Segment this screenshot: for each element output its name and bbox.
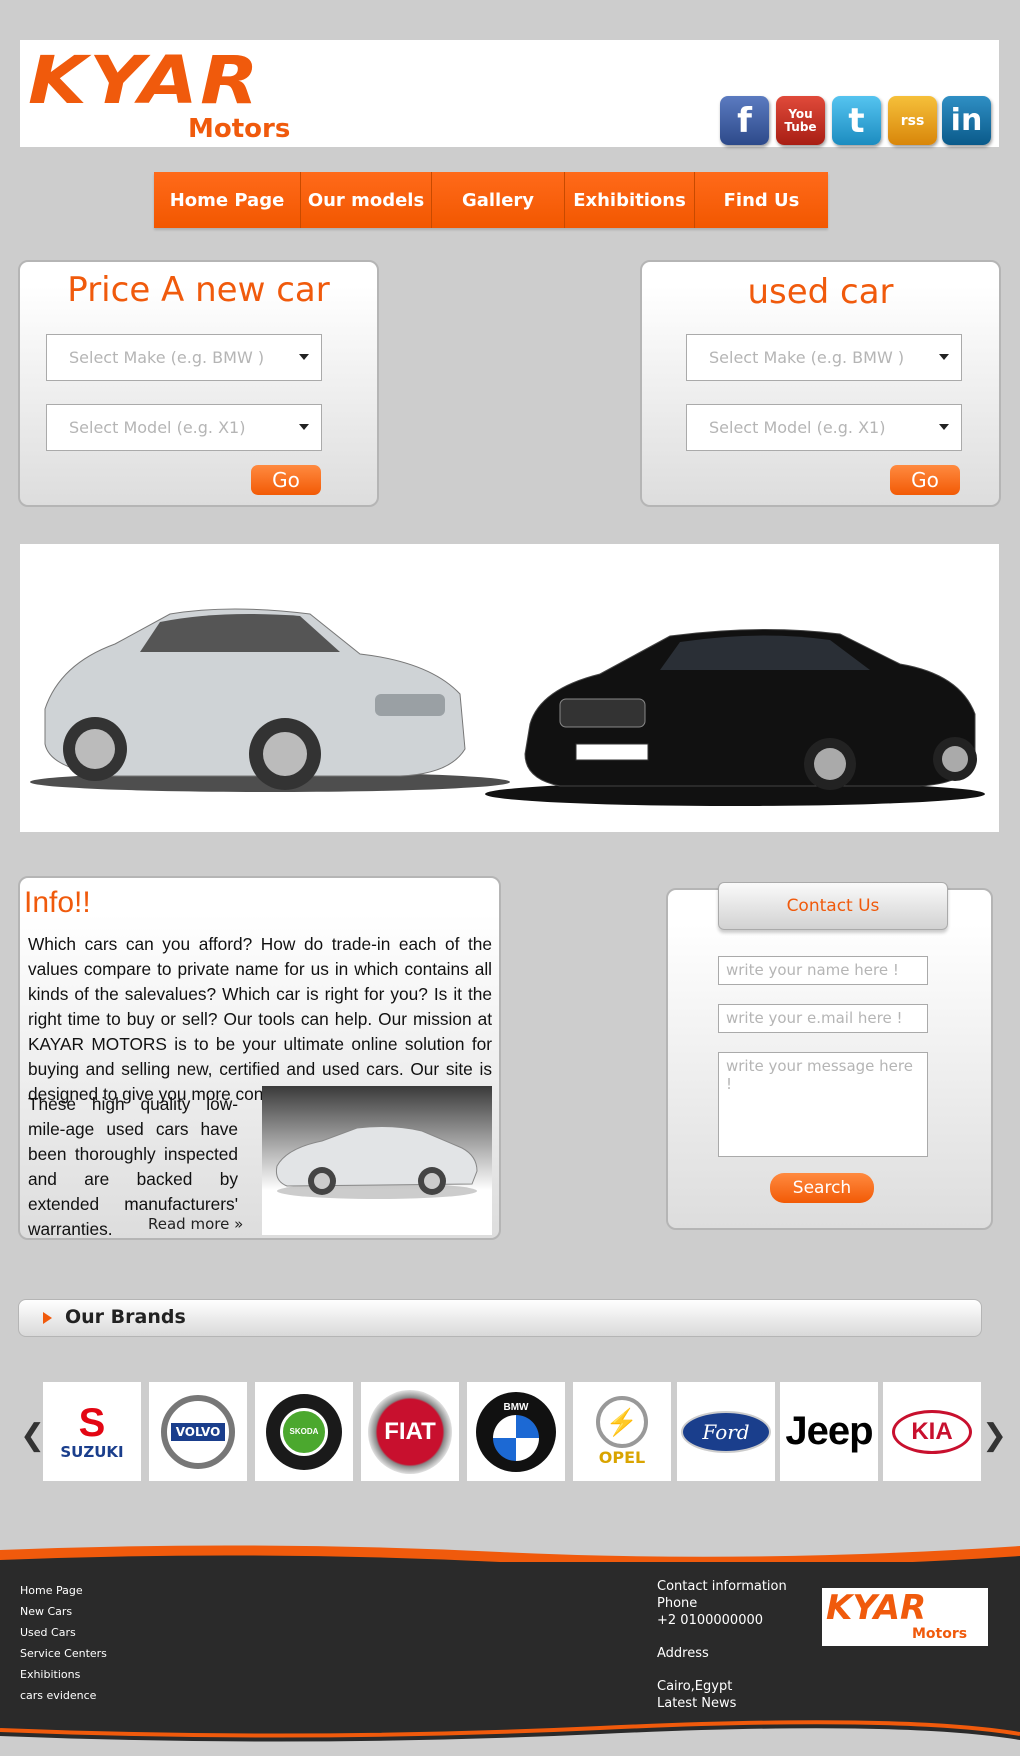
main-nav: Home Page Our models Gallery Exhibitions… [154, 172, 828, 228]
our-brands-bar: Our Brands [18, 1299, 982, 1337]
rss-icon[interactable]: rss [888, 96, 937, 145]
brand-name: KIA [892, 1409, 972, 1454]
message-field[interactable]: write your message here ! [718, 1052, 928, 1157]
brand-name: Ford [681, 1410, 771, 1453]
brand-fiat[interactable]: FIAT [361, 1382, 459, 1481]
chevron-down-icon [299, 424, 309, 430]
new-car-title: Price A new car [67, 270, 330, 310]
footer-link-used-cars[interactable]: Used Cars [20, 1622, 107, 1643]
logo[interactable]: KYAR Motors [20, 40, 320, 147]
nav-find-us[interactable]: Find Us [695, 172, 828, 228]
brand-volvo[interactable]: VOLVO [149, 1382, 247, 1481]
twitter-icon[interactable]: t [832, 96, 881, 145]
info-title: Info!! [24, 886, 91, 919]
info-panel: Info!! Which cars can you afford? How do… [18, 876, 501, 1240]
new-car-make-placeholder: Select Make (e.g. BMW ) [69, 348, 265, 367]
used-car-model-placeholder: Select Model (e.g. X1) [709, 418, 886, 437]
brand-bmw[interactable]: BMW [467, 1382, 565, 1481]
nav-our-models[interactable]: Our models [301, 172, 432, 228]
carousel-prev-arrow[interactable]: ❮ [20, 1418, 45, 1453]
contact-submit-button[interactable]: Search [770, 1173, 874, 1203]
footer-logo-sub: Motors [912, 1626, 968, 1642]
used-car-go-button[interactable]: Go [890, 465, 960, 495]
new-car-panel: Price A new car Select Make (e.g. BMW ) … [18, 260, 379, 507]
linkedin-icon[interactable]: in [942, 96, 991, 145]
brand-suzuki[interactable]: S SUZUKI [43, 1382, 141, 1481]
latest-news-link[interactable]: Latest News [657, 1695, 787, 1712]
footer-contact: Contact information Phone +2 0100000000 … [657, 1578, 787, 1712]
footer-bottom-wave [0, 1720, 1020, 1756]
carousel-next-arrow[interactable]: ❯ [982, 1418, 1007, 1453]
hero-banner [20, 544, 999, 832]
brand-jeep[interactable]: Jeep [780, 1382, 878, 1481]
new-car-model-select[interactable]: Select Model (e.g. X1) [46, 404, 322, 451]
nav-exhibitions[interactable]: Exhibitions [565, 172, 695, 228]
our-brands-title: Our Brands [65, 1306, 186, 1328]
address-label: Address [657, 1646, 709, 1661]
phone-label: Phone [657, 1596, 698, 1611]
contact-panel: Contact Us write your name here ! write … [666, 882, 993, 1230]
footer-logo-main: KYAR [826, 1588, 927, 1628]
contact-title: Contact Us [718, 882, 948, 930]
bmw-roundel-icon [493, 1415, 539, 1461]
logo-sub-text: Motors [188, 114, 291, 144]
footer-link-cars-evidence[interactable]: cars evidence [20, 1685, 107, 1706]
header: KYAR Motors f You Tube t rss in [20, 40, 999, 147]
new-car-model-placeholder: Select Model (e.g. X1) [69, 418, 246, 437]
brand-kia[interactable]: KIA [883, 1382, 981, 1481]
used-car-title: used car [747, 272, 894, 312]
footer-link-new-cars[interactable]: New Cars [20, 1601, 107, 1622]
read-more-link[interactable]: Read more » [148, 1215, 243, 1233]
chevron-down-icon [299, 354, 309, 360]
chevron-down-icon [939, 424, 949, 430]
suzuki-logo-icon: S [78, 1400, 106, 1445]
convertible-car-image [262, 1086, 492, 1235]
brand-ford[interactable]: Ford [677, 1382, 775, 1481]
nav-gallery[interactable]: Gallery [432, 172, 565, 228]
facebook-icon[interactable]: f [720, 96, 769, 145]
phone-value: +2 0100000000 [657, 1613, 764, 1628]
address-value: Cairo,Egypt [657, 1679, 733, 1694]
brand-name: SKODA [280, 1407, 328, 1456]
brand-name: VOLVO [170, 1422, 226, 1441]
brand-name: FIAT [368, 1389, 452, 1474]
footer-link-exhibitions[interactable]: Exhibitions [20, 1664, 107, 1685]
cars-banner-image [30, 608, 985, 806]
brand-name: OPEL [598, 1448, 646, 1467]
used-car-make-placeholder: Select Make (e.g. BMW ) [709, 348, 905, 367]
brand-opel[interactable]: ⚡ OPEL [573, 1382, 671, 1481]
used-car-panel: used car Select Make (e.g. BMW ) Select … [640, 260, 1001, 507]
name-field[interactable]: write your name here ! [718, 956, 928, 985]
logo-main-text: KYAR [28, 42, 261, 119]
youtube-icon[interactable]: You Tube [776, 96, 825, 145]
brand-name: Jeep [785, 1409, 873, 1453]
brand-skoda[interactable]: SKODA [255, 1382, 353, 1481]
footer-links: Home Page New Cars Used Cars Service Cen… [20, 1580, 107, 1706]
info-paragraph-1: Which cars can you afford? How do trade-… [28, 934, 492, 1104]
used-car-make-select[interactable]: Select Make (e.g. BMW ) [686, 334, 962, 381]
opel-bolt-icon: ⚡ [596, 1396, 648, 1448]
brand-name: SUZUKI [60, 1442, 124, 1461]
email-field[interactable]: write your e.mail here ! [718, 1004, 928, 1033]
contact-info-title: Contact information [657, 1579, 787, 1594]
brand-name: BMW [503, 1402, 529, 1413]
footer-link-home[interactable]: Home Page [20, 1580, 107, 1601]
used-car-model-select[interactable]: Select Model (e.g. X1) [686, 404, 962, 451]
footer-link-service-centers[interactable]: Service Centers [20, 1643, 107, 1664]
triangle-right-icon [43, 1312, 52, 1324]
chevron-down-icon [939, 354, 949, 360]
nav-home-page[interactable]: Home Page [154, 172, 301, 228]
new-car-make-select[interactable]: Select Make (e.g. BMW ) [46, 334, 322, 381]
footer-logo[interactable]: KYAR Motors [822, 1588, 988, 1646]
new-car-go-button[interactable]: Go [251, 465, 321, 495]
